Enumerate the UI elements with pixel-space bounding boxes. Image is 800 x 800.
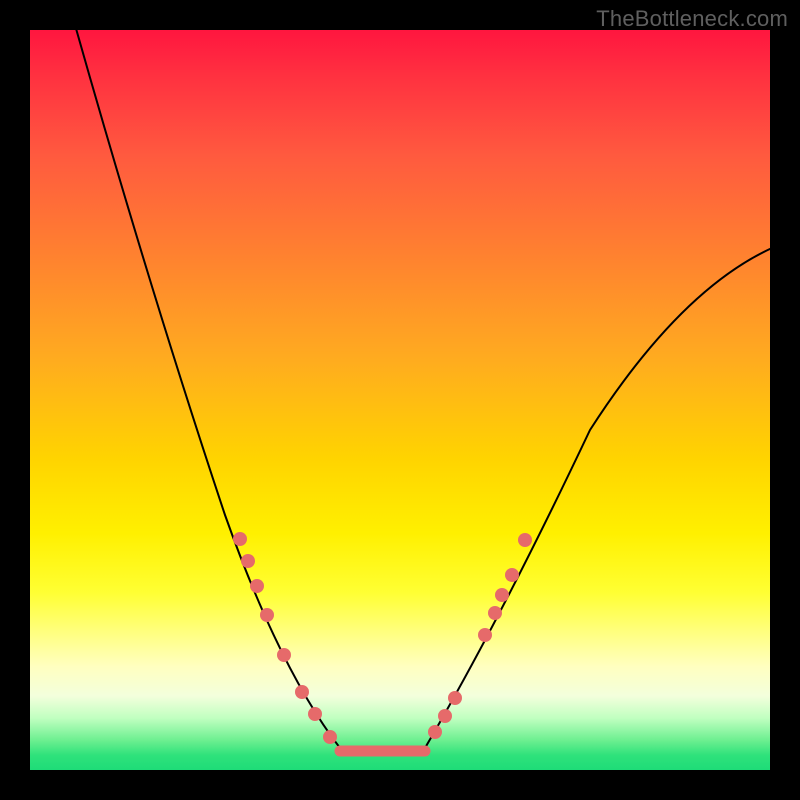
chart-root: TheBottleneck.com <box>0 0 800 800</box>
data-point <box>478 628 492 642</box>
data-point <box>438 709 452 723</box>
data-point <box>495 588 509 602</box>
data-point <box>488 606 502 620</box>
data-point <box>233 532 247 546</box>
data-point <box>323 730 337 744</box>
watermark-text: TheBottleneck.com <box>596 6 788 32</box>
data-point <box>308 707 322 721</box>
data-point <box>448 691 462 705</box>
data-point <box>277 648 291 662</box>
plot-area <box>30 30 770 770</box>
curve-left <box>75 25 340 748</box>
data-point <box>518 533 532 547</box>
curve-right <box>425 248 772 748</box>
data-point <box>428 725 442 739</box>
bottleneck-curve <box>30 30 770 770</box>
data-point <box>241 554 255 568</box>
data-point <box>260 608 274 622</box>
data-point <box>295 685 309 699</box>
data-point <box>505 568 519 582</box>
data-point <box>250 579 264 593</box>
